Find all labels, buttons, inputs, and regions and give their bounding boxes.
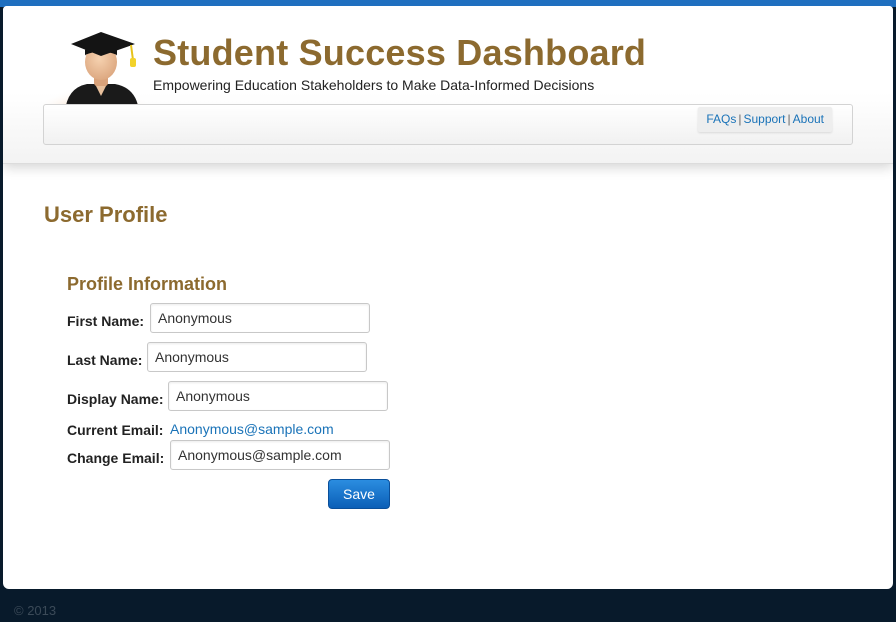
- nav-link-about[interactable]: About: [793, 112, 824, 126]
- nav-separator: |: [787, 112, 791, 126]
- display-name-label: Display Name:: [67, 391, 164, 407]
- nav-link-faqs[interactable]: FAQs: [706, 112, 736, 126]
- last-name-field[interactable]: [147, 342, 367, 372]
- header: Student Success Dashboard Empowering Edu…: [3, 6, 893, 164]
- save-button[interactable]: Save: [328, 479, 390, 509]
- current-email-link[interactable]: Anonymous@sample.com: [170, 421, 334, 437]
- first-name-label: First Name:: [67, 313, 145, 329]
- nav-link-support[interactable]: Support: [743, 112, 785, 126]
- page-container: Student Success Dashboard Empowering Edu…: [3, 6, 893, 589]
- app-subtitle: Empowering Education Stakeholders to Mak…: [153, 77, 595, 93]
- app-title: Student Success Dashboard: [153, 32, 647, 73]
- change-email-label: Change Email:: [67, 450, 165, 466]
- section-title: Profile Information: [67, 274, 228, 294]
- current-email-label: Current Email:: [67, 422, 164, 438]
- last-name-label: Last Name:: [67, 352, 143, 368]
- page-title: User Profile: [44, 202, 168, 227]
- nav-links: FAQs | Support | About: [698, 107, 832, 132]
- change-email-field[interactable]: [170, 440, 390, 470]
- navbar: FAQs | Support | About: [43, 104, 853, 145]
- graduate-avatar-icon: [43, 22, 163, 112]
- copyright: © 2013: [14, 603, 57, 618]
- display-name-field[interactable]: [168, 381, 388, 411]
- first-name-field[interactable]: [150, 303, 370, 333]
